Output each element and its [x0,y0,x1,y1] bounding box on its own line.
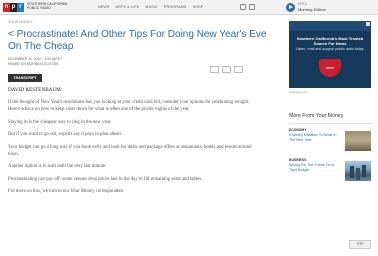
ad-caption: Advertisement [289,90,309,94]
main-nav: News Arts & Life Music Programs Shop [98,5,203,10]
player-station: KPCC [298,2,308,6]
paragraph: For more on this, we turn to our Your Mo… [8,189,125,195]
rail-item-headline[interactable]: 5 Money Mistakes To Avoid In The New Yea… [289,133,341,142]
nav-item-news[interactable]: News [98,5,110,10]
play-icon[interactable] [286,3,295,12]
player-show[interactable]: Morning Edition [298,7,326,12]
rail-heading: More From Your Money [289,113,344,119]
rail-item-thumbnail[interactable] [345,131,371,151]
speaker-name: DAVID KESTENBAUM: [8,87,63,93]
page-title: < Procrastinate! And Other Tips For Doin… [8,29,267,52]
close-icon[interactable] [366,22,370,26]
back-to-top-button[interactable]: Top [349,240,371,249]
logo-letter: p [10,3,17,12]
paragraph: Another option is to wait until the very… [8,164,107,170]
nav-item-arts-life[interactable]: Arts & Life [116,5,140,10]
ad-headline: Southern California's Most Trusted Sourc… [296,36,364,46]
nav-item-shop[interactable]: Shop [192,5,203,10]
paragraph: If the thought of New Year's resolutions… [8,100,250,113]
rail-item-thumbnail[interactable] [345,161,371,181]
rail-item[interactable]: Economy 5 Money Mistakes To Avoid In The… [289,128,371,151]
email-icon[interactable] [234,66,243,73]
search-icon[interactable] [240,4,246,10]
header-icons [240,4,255,10]
divider [289,123,371,124]
nav-item-music[interactable]: Music [145,5,158,10]
ad-subtext: Listen, read and support public radio to… [295,47,365,51]
paragraph: But if you want to go out, experts say i… [8,132,122,138]
share-tools [210,66,243,73]
nav-item-programs[interactable]: Programs [164,5,187,10]
station-name[interactable]: Southern California Public Radio [27,2,75,10]
rail-item-headline[interactable]: Saving For The Future On A Tight Budget [289,163,341,172]
paragraph: Staying in is the cheapest way to ring i… [8,119,112,125]
logo-letter: r [17,3,24,12]
site-header: n p r Southern California Public Radio N… [0,0,378,15]
ad-stripe [289,21,371,31]
section-label[interactable]: Your Money [8,20,276,25]
npr-logo[interactable]: n p r [3,3,24,12]
live-player: KPCC Morning Edition [284,2,376,13]
account-icon[interactable] [249,4,255,10]
station-badge-icon: KPCC [319,59,341,77]
logo-letter: n [3,3,10,12]
facebook-icon[interactable] [210,66,219,73]
paragraph: Procrastinating can pay off: some venues… [8,176,203,182]
twitter-icon[interactable] [222,66,231,73]
rail-item[interactable]: Business Saving For The Future On A Tigh… [289,158,371,181]
transcript-button[interactable]: Transcript [8,74,42,82]
paragraph: Your budget can go a long way if you boo… [8,144,252,158]
advertisement[interactable]: Southern California's Most Trusted Sourc… [289,21,371,88]
article: Your Money < Procrastinate! And Other Ti… [8,20,276,196]
